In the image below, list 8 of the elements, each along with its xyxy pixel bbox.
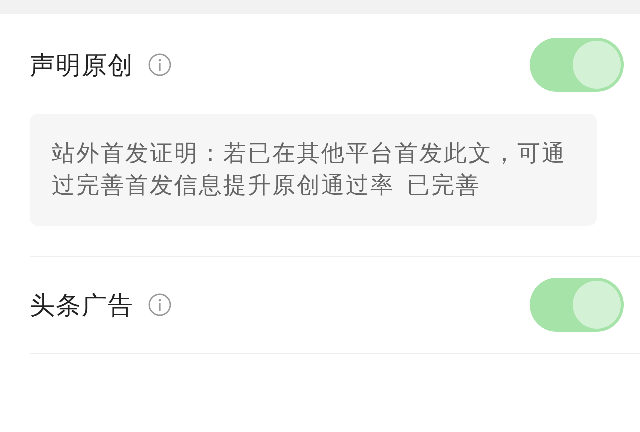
toggle-switch[interactable] <box>530 278 624 332</box>
setting-label: 声明原创 <box>30 50 134 82</box>
note-text: 站外首发证明：若已在其他平台首发此文，可通过完善首发信息提升原创通过率 已完善 <box>30 114 597 226</box>
info-icon[interactable] <box>148 53 172 77</box>
setting-label: 头条广告 <box>30 290 134 322</box>
toggle-switch[interactable] <box>530 38 624 92</box>
info-icon[interactable] <box>148 293 172 317</box>
status-link[interactable]: 已完善 <box>407 173 480 199</box>
